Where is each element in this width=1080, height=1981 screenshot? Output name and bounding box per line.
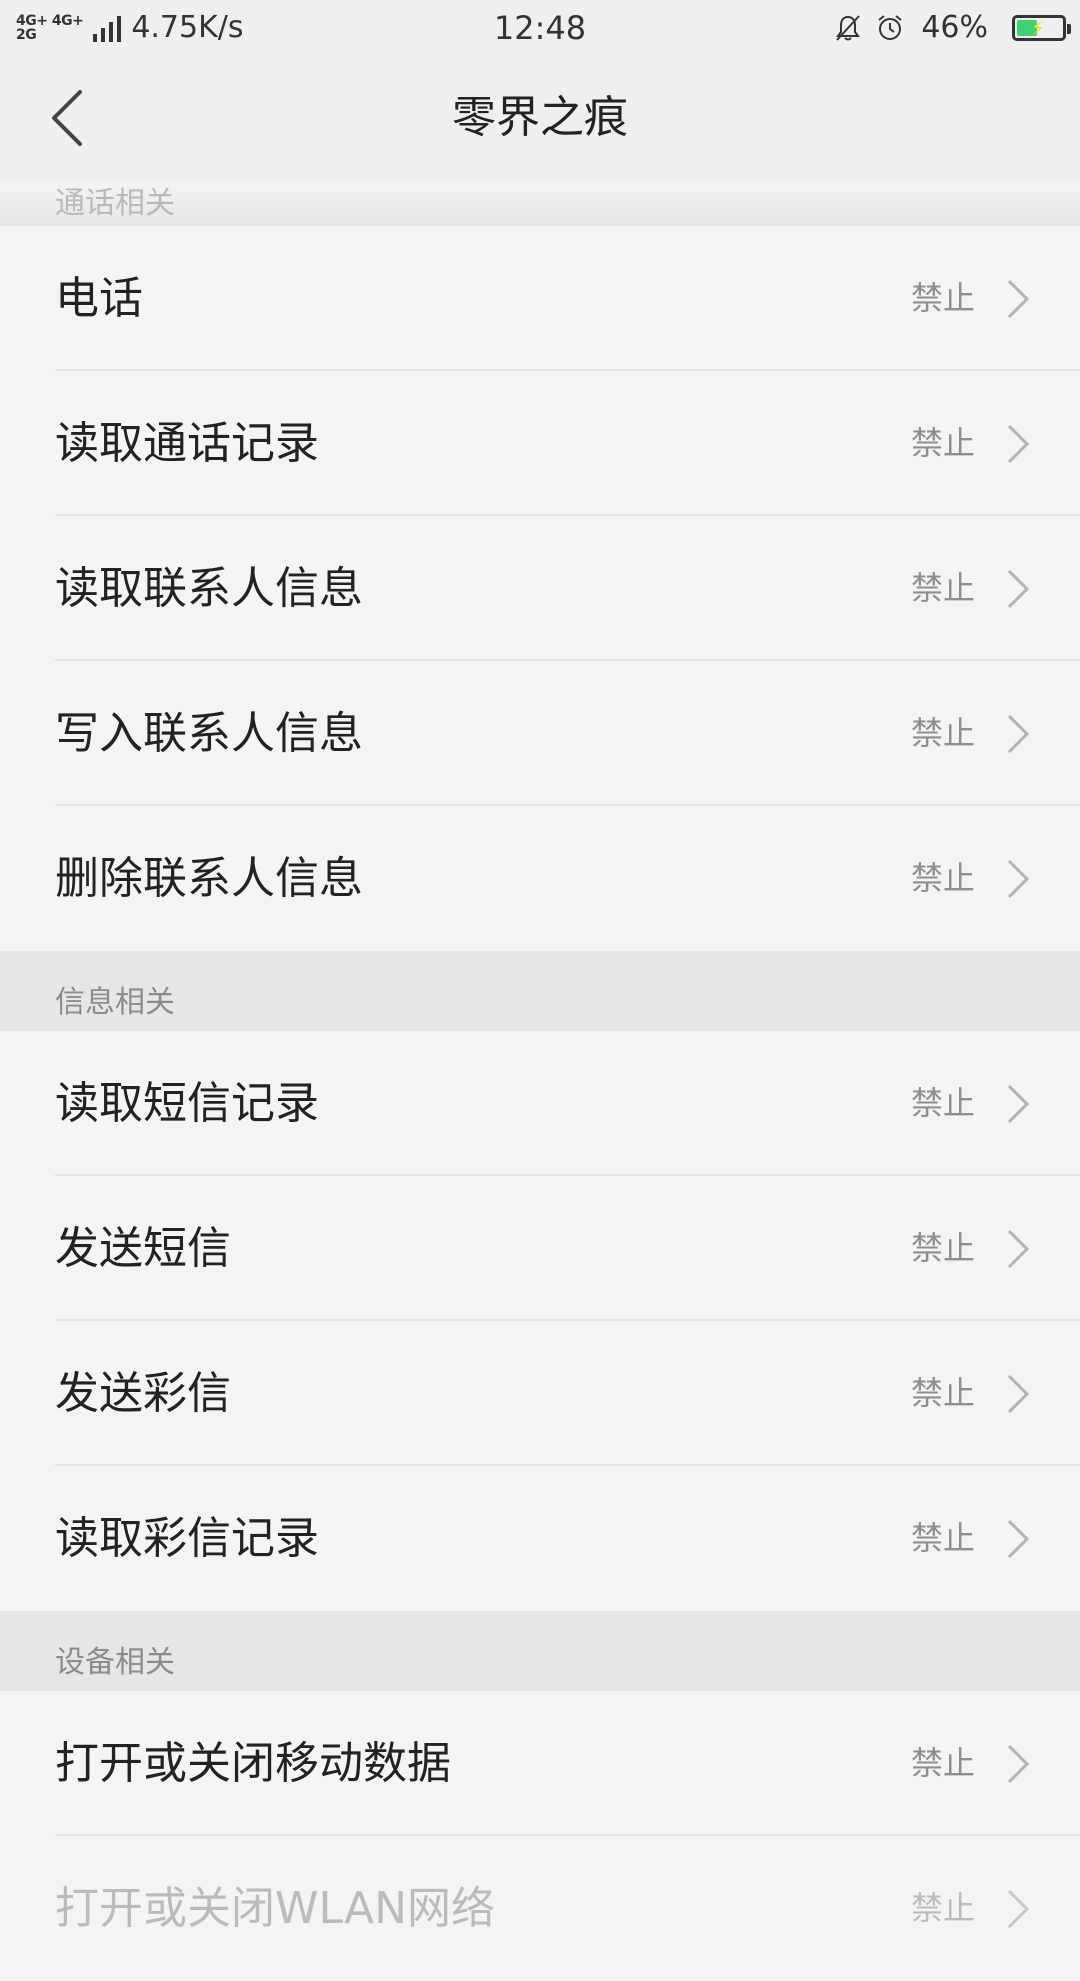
permission-label: 读取通话记录 [55,418,319,469]
chevron-right-icon [1007,1084,1030,1124]
permission-row-write-contacts[interactable]: 写入联系人信息 禁止 [0,661,1080,806]
permission-status: 禁止 [910,1889,975,1927]
permission-label: 删除联系人信息 [55,853,363,904]
permission-label: 读取彩信记录 [55,1513,319,1564]
permission-row-read-sms[interactable]: 读取短信记录 禁止 [0,1031,1080,1176]
chevron-right-icon [1007,1374,1030,1414]
mute-bell-icon [836,15,861,41]
permission-row-send-mms[interactable]: 发送彩信 禁止 [0,1321,1080,1466]
title-bar: 零界之痕 [0,56,1080,180]
chevron-right-icon [1007,569,1030,609]
section-header-messages: 信息相关 [0,951,1080,1031]
permission-row-send-sms[interactable]: 发送短信 禁止 [0,1176,1080,1321]
battery-charging-icon: ⚡ [1012,15,1071,41]
section-header-call: 通话相关 [0,180,1080,226]
permission-status: 禁止 [910,1374,975,1412]
permission-label: 打开或关闭移动数据 [55,1738,451,1789]
permission-label: 电话 [55,273,143,324]
permission-status: 禁止 [910,859,975,897]
permission-status: 禁止 [910,279,975,317]
permission-row-phone[interactable]: 电话 禁止 [0,226,1080,371]
permission-label: 写入联系人信息 [55,708,363,759]
permission-row-toggle-wlan[interactable]: 打开或关闭WLAN网络 禁止 [0,1836,1080,1981]
permission-label: 读取短信记录 [55,1078,319,1129]
battery-percent: 46% [921,10,988,45]
permission-status: 禁止 [910,569,975,607]
permission-row-read-contacts[interactable]: 读取联系人信息 禁止 [0,516,1080,661]
permission-status: 禁止 [910,1744,975,1782]
permission-list[interactable]: 通话相关 电话 禁止 读取通话记录 禁止 读取联系人信息 禁止 写入联系人信息 … [0,180,1080,1981]
charging-bolt-icon: ⚡ [1031,16,1046,40]
status-right: 46% ⚡ [833,8,1071,48]
permission-label: 发送彩信 [55,1368,231,1419]
permission-row-delete-contacts[interactable]: 删除联系人信息 禁止 [0,806,1080,951]
permission-label: 打开或关闭WLAN网络 [55,1883,496,1934]
permission-label: 读取联系人信息 [55,563,363,614]
alarm-clock-icon [878,15,902,40]
chevron-right-icon [1007,859,1030,899]
section-title: 设备相关 [55,1645,175,1680]
permission-label: 发送短信 [55,1223,231,1274]
section-header-device: 设备相关 [0,1611,1080,1691]
section-title: 通话相关 [55,186,175,221]
permission-row-read-mms[interactable]: 读取彩信记录 禁止 [0,1466,1080,1611]
chevron-right-icon [1007,279,1030,319]
permission-status: 禁止 [910,424,975,462]
permission-status: 禁止 [910,714,975,752]
chevron-right-icon [1007,1519,1030,1559]
permission-row-read-call-log[interactable]: 读取通话记录 禁止 [0,371,1080,516]
chevron-right-icon [1007,714,1030,754]
chevron-right-icon [1007,424,1030,464]
section-title: 信息相关 [55,985,175,1020]
permission-status: 禁止 [910,1229,975,1267]
chevron-right-icon [1007,1744,1030,1784]
page-title: 零界之痕 [452,92,628,143]
permission-status: 禁止 [910,1084,975,1122]
permission-row-toggle-mobile-data[interactable]: 打开或关闭移动数据 禁止 [0,1691,1080,1836]
chevron-right-icon [1007,1229,1030,1269]
permission-status: 禁止 [910,1519,975,1557]
status-bar: 4G+ 4G+ 2G 4.75K/s 12:48 46% ⚡ [0,0,1080,56]
chevron-right-icon [1007,1889,1030,1929]
